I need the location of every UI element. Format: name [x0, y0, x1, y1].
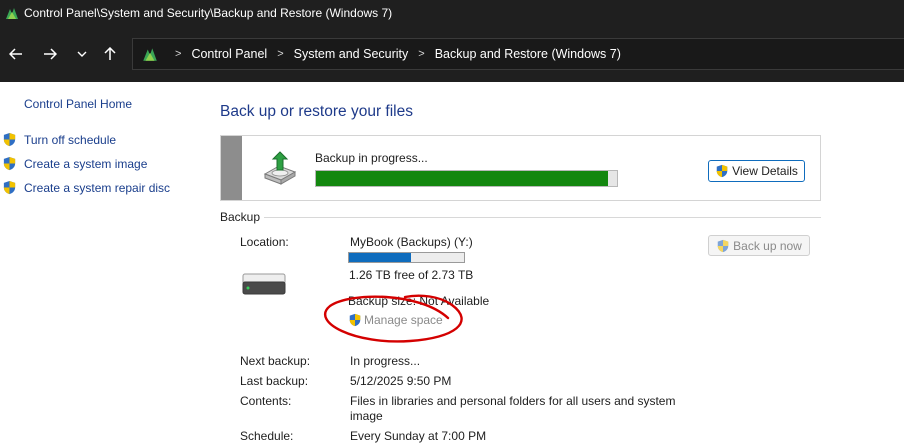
external-drive-icon	[242, 273, 286, 295]
arrow-up-icon	[104, 47, 116, 60]
next-backup-label: Next backup:	[240, 354, 311, 368]
page-title: Back up or restore your files	[220, 103, 413, 120]
create-system-image-link[interactable]: Create a system image	[2, 156, 147, 171]
turn-off-schedule-label: Turn off schedule	[24, 132, 117, 147]
last-backup-value: 5/12/2025 9:50 PM	[350, 374, 452, 388]
panel-accent-stripe	[221, 136, 242, 200]
control-panel-icon	[6, 8, 18, 19]
uac-shield-icon	[3, 132, 16, 147]
breadcrumb-backup-and-restore[interactable]: Backup and Restore (Windows 7)	[435, 47, 621, 61]
uac-shield-icon	[716, 164, 728, 178]
back-button[interactable]	[4, 42, 28, 66]
up-button[interactable]	[98, 42, 122, 66]
group-divider	[264, 217, 821, 218]
back-up-now-button[interactable]: Back up now	[708, 235, 810, 256]
uac-shield-icon	[349, 313, 361, 327]
control-panel-icon	[143, 48, 157, 61]
next-backup-value: In progress...	[350, 354, 421, 368]
left-pane: Control Panel Home Turn off schedule Cre…	[0, 82, 200, 444]
free-space-text: 1.26 TB free of 2.73 TB	[349, 268, 474, 282]
disk-space-bar	[348, 252, 465, 263]
location-label: Location:	[240, 235, 289, 249]
backup-status-text: Backup in progress...	[315, 151, 428, 165]
uac-shield-icon	[3, 180, 16, 195]
last-backup-label: Last backup:	[240, 374, 309, 388]
schedule-label: Schedule:	[240, 429, 294, 443]
forward-button[interactable]	[38, 42, 62, 66]
backup-progress-fill	[316, 171, 608, 186]
title-bar: Control Panel\System and Security\Backup…	[0, 0, 904, 26]
uac-shield-icon	[3, 156, 16, 171]
create-system-repair-disc-label: Create a system repair disc	[24, 180, 171, 195]
turn-off-schedule-link[interactable]: Turn off schedule	[2, 132, 116, 147]
create-system-repair-disc-link[interactable]: Create a system repair disc	[2, 180, 170, 195]
view-details-label: View Details	[732, 164, 798, 178]
backup-group-label: Backup	[220, 210, 261, 224]
view-details-button[interactable]: View Details	[708, 160, 805, 182]
recent-locations-button[interactable]	[70, 42, 94, 66]
breadcrumb-separator: >	[277, 48, 284, 60]
backup-progress-panel: Backup in progress... View Details	[220, 135, 821, 201]
backup-size-text: Backup size: Not Available	[348, 294, 490, 308]
manage-space-link[interactable]: Manage space	[348, 313, 443, 327]
uac-shield-icon	[717, 239, 729, 252]
control-panel-home-link[interactable]: Control Panel Home	[24, 97, 132, 111]
location-value: MyBook (Backups) (Y:)	[350, 235, 473, 249]
arrow-left-icon	[9, 48, 22, 60]
backup-drive-icon	[263, 151, 297, 185]
chevron-down-icon	[77, 51, 87, 57]
manage-space-label: Manage space	[364, 313, 443, 327]
back-up-now-label: Back up now	[733, 238, 802, 253]
window-title: Control Panel\System and Security\Backup…	[24, 6, 393, 20]
arrow-right-icon	[44, 48, 57, 60]
backup-progress-bar	[315, 170, 618, 187]
disk-space-used-fill	[349, 253, 412, 262]
create-system-image-label: Create a system image	[24, 156, 148, 171]
breadcrumb-separator: >	[175, 48, 182, 60]
address-bar[interactable]: > Control Panel > System and Security > …	[132, 38, 904, 70]
breadcrumb-system-and-security[interactable]: System and Security	[294, 47, 409, 61]
breadcrumb-separator: >	[418, 48, 425, 60]
contents-label: Contents:	[240, 394, 292, 408]
navigation-bar: > Control Panel > System and Security > …	[0, 26, 904, 82]
contents-value-continued: image	[350, 409, 383, 423]
contents-value: Files in libraries and personal folders …	[350, 394, 676, 408]
breadcrumb-control-panel[interactable]: Control Panel	[191, 47, 267, 61]
schedule-value: Every Sunday at 7:00 PM	[350, 429, 487, 443]
